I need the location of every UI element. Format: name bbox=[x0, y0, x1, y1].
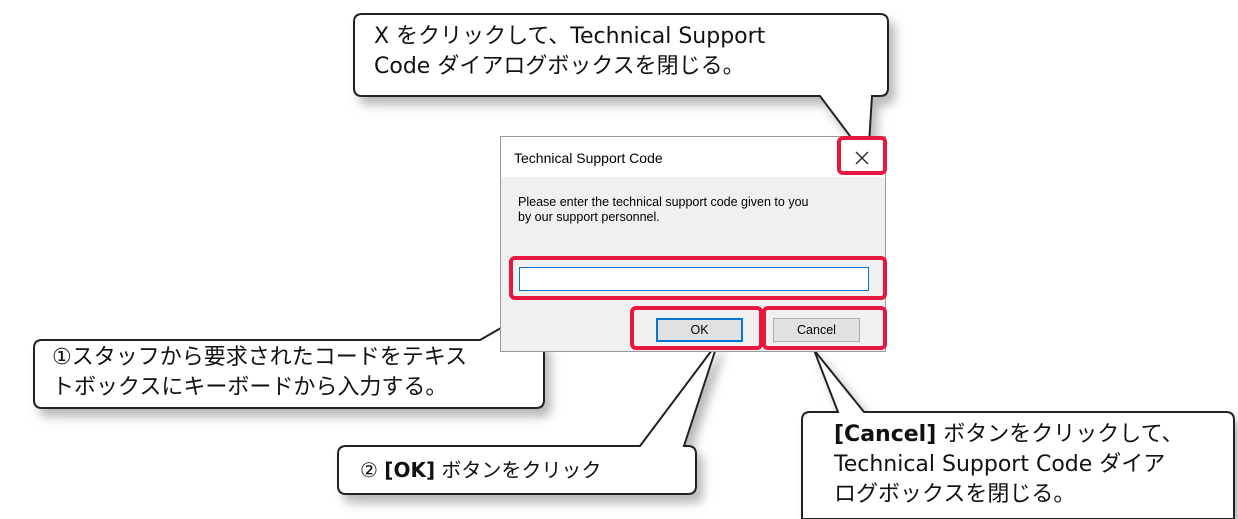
highlight-ok bbox=[630, 306, 763, 350]
callout-input-line2: トボックスにキーボードから入力する。 bbox=[52, 375, 448, 400]
callout-ok-text: ② [OK] ボタンをクリック bbox=[360, 455, 601, 485]
callout-ok-suffix: ボタンをクリック bbox=[435, 458, 602, 482]
dialog-prompt: Please enter the technical support code … bbox=[518, 195, 868, 225]
callout-cancel-line2: Technical Support Code ダイア bbox=[834, 452, 1166, 477]
callout-cancel-bold: [Cancel] bbox=[834, 422, 937, 447]
callout-cancel-line1: ボタンをクリックして、 bbox=[936, 422, 1184, 447]
dialog-titlebar: Technical Support Code bbox=[501, 137, 885, 177]
highlight-cancel bbox=[762, 306, 887, 350]
callout-close-line1: X をクリックして、Technical Support bbox=[374, 24, 766, 49]
callout-cancel-line3: ログボックスを閉じる。 bbox=[834, 482, 1076, 507]
dialog-title: Technical Support Code bbox=[514, 150, 663, 166]
callout-input-text: ①スタッフから要求されたコードをテキス トボックスにキーボードから入力する。 bbox=[52, 343, 467, 403]
callout-close-text: X をクリックして、Technical Support Code ダイアログボッ… bbox=[374, 22, 765, 82]
highlight-close bbox=[837, 136, 887, 175]
callout-ok-prefix: ② bbox=[360, 458, 385, 482]
callout-ok-bold: [OK] bbox=[384, 458, 436, 482]
callout-cancel-text: [Cancel] ボタンをクリックして、 Technical Support C… bbox=[834, 420, 1184, 510]
prompt-line1: Please enter the technical support code … bbox=[518, 195, 809, 209]
callout-close-line2: Code ダイアログボックスを閉じる。 bbox=[374, 54, 745, 79]
prompt-line2: by our support personnel. bbox=[518, 210, 660, 224]
callout-input-line1: ①スタッフから要求されたコードをテキス bbox=[52, 345, 468, 370]
highlight-input bbox=[509, 256, 887, 300]
